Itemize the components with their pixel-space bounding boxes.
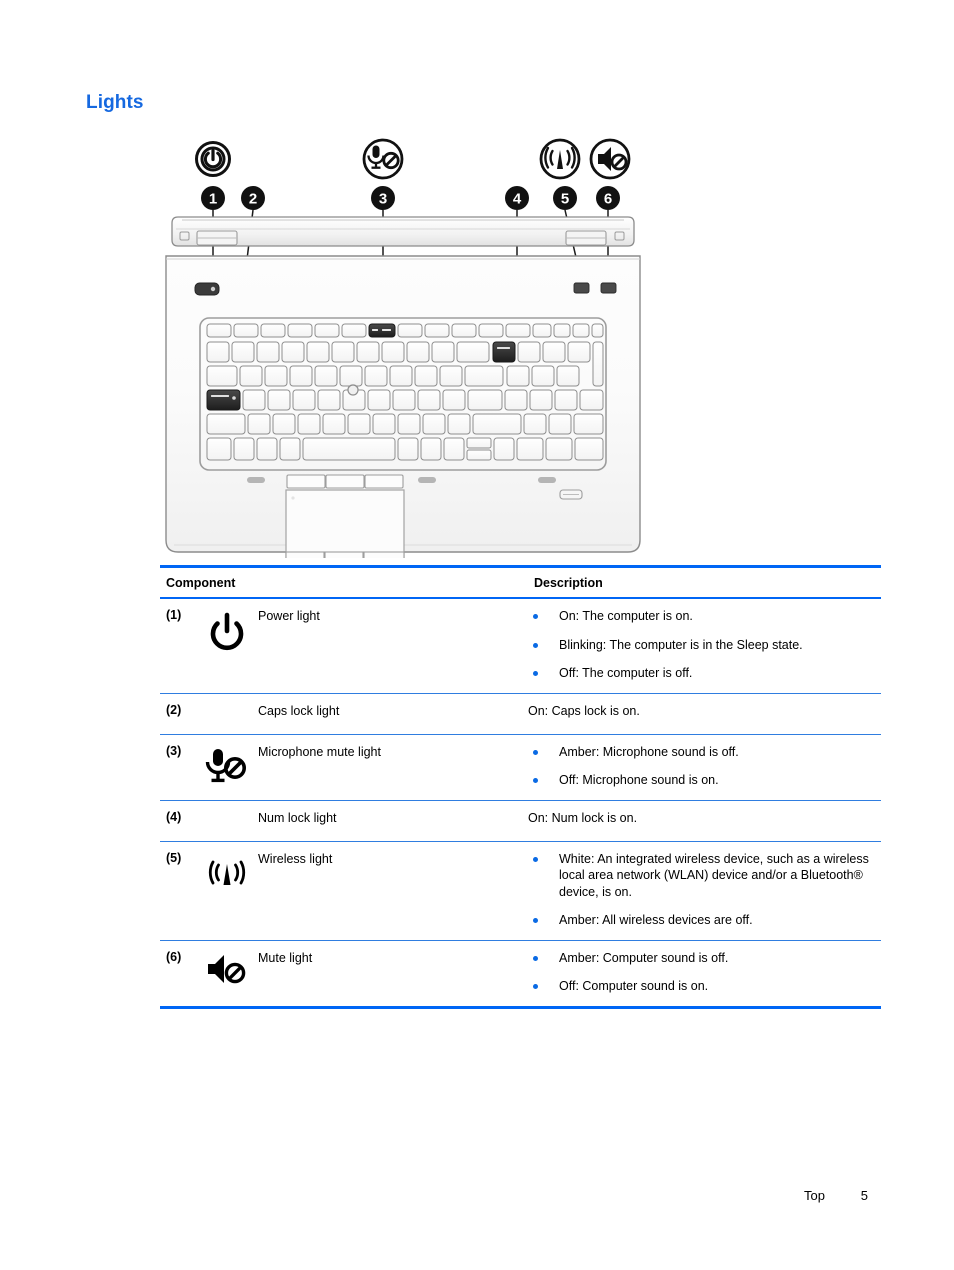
component-description: On: Num lock is on. bbox=[528, 810, 638, 825]
list-item: Amber: Microphone sound is off. bbox=[528, 744, 881, 761]
touchpad bbox=[285, 489, 405, 558]
power-symbol-icon bbox=[196, 608, 258, 682]
list-item: Amber: Computer sound is off. bbox=[528, 950, 881, 967]
page-title: Lights bbox=[86, 92, 144, 113]
mute-speaker-icon bbox=[196, 950, 258, 995]
row-number: (3) bbox=[166, 743, 182, 758]
mute-light-indicator bbox=[600, 282, 617, 294]
svg-text:4: 4 bbox=[513, 191, 522, 208]
svg-text:5: 5 bbox=[561, 191, 569, 208]
callout-6: 6 bbox=[596, 186, 620, 210]
keyboard-row-function bbox=[206, 323, 604, 338]
footer-section-label: Top bbox=[804, 1188, 825, 1203]
svg-text:3: 3 bbox=[379, 191, 387, 208]
table-row: (2) Caps lock light On: Caps lock is on. bbox=[160, 694, 881, 734]
list-item: Blinking: The computer is in the Sleep s… bbox=[528, 637, 881, 654]
svg-text:6: 6 bbox=[604, 191, 612, 208]
component-name: Microphone mute light bbox=[258, 744, 381, 759]
description-bullet-list: White: An integrated wireless device, su… bbox=[528, 851, 881, 929]
list-item: Off: Microphone sound is on. bbox=[528, 772, 881, 789]
fingerprint-reader bbox=[559, 489, 583, 500]
list-item: On: The computer is on. bbox=[528, 608, 881, 625]
power-button-indicator bbox=[194, 282, 220, 296]
row-number: (5) bbox=[166, 850, 182, 865]
table-row: (4) Num lock light On: Num lock is on. bbox=[160, 801, 881, 841]
component-description: On: Caps lock is on. bbox=[528, 703, 640, 718]
wireless-icon bbox=[539, 138, 581, 180]
row-number: (6) bbox=[166, 949, 182, 964]
component-description: Amber: Microphone sound is off. Off: Mic… bbox=[528, 744, 881, 789]
microphone-mute-icon bbox=[196, 744, 258, 789]
component-name: Caps lock light bbox=[258, 703, 340, 718]
component-description: On: The computer is on. Blinking: The co… bbox=[528, 608, 881, 682]
microphone-mute-icon bbox=[362, 138, 404, 180]
keyboard-row-shift bbox=[206, 413, 604, 435]
component-description: Amber: Computer sound is off. Off: Compu… bbox=[528, 950, 881, 995]
description-bullet-list: On: The computer is on. Blinking: The co… bbox=[528, 608, 881, 682]
laptop-lights-diagram: 1 2 3 4 5 6 bbox=[160, 128, 660, 558]
svg-text:2: 2 bbox=[249, 191, 257, 208]
table-row: (5) Wireless light White: An integrated … bbox=[160, 842, 881, 940]
no-icon-placeholder bbox=[196, 703, 258, 723]
table-row: (1) Power light On: The computer is on. … bbox=[160, 599, 881, 693]
row-number: (4) bbox=[166, 809, 182, 824]
laptop-lid bbox=[171, 216, 635, 247]
component-name: Num lock light bbox=[258, 810, 337, 825]
description-bullet-list: Amber: Computer sound is off. Off: Compu… bbox=[528, 950, 881, 995]
callout-5: 5 bbox=[553, 186, 577, 210]
power-symbol-icon bbox=[195, 141, 231, 177]
document-page: Lights 1 2 3 4 5 6 Component Description… bbox=[0, 0, 954, 1270]
table-row: (3) Microphone mute light Amber: Microph… bbox=[160, 735, 881, 800]
component-description: White: An integrated wireless device, su… bbox=[528, 851, 881, 929]
description-bullet-list: Amber: Microphone sound is off. Off: Mic… bbox=[528, 744, 881, 789]
svg-text:1: 1 bbox=[209, 191, 217, 208]
callout-2: 2 bbox=[241, 186, 265, 210]
list-item: Amber: All wireless devices are off. bbox=[528, 912, 881, 929]
pointing-stick-buttons bbox=[286, 474, 404, 489]
page-number: 5 bbox=[860, 1188, 868, 1203]
mute-speaker-icon bbox=[589, 138, 631, 180]
component-name: Power light bbox=[258, 609, 320, 623]
list-item: White: An integrated wireless device, su… bbox=[528, 851, 881, 901]
component-name: Wireless light bbox=[258, 851, 333, 866]
list-item: Off: Computer sound is on. bbox=[528, 978, 881, 995]
table-bottom-rule bbox=[160, 1005, 881, 1009]
callout-1: 1 bbox=[201, 186, 225, 210]
callout-3: 3 bbox=[371, 186, 395, 210]
table-header-row: Component Description bbox=[160, 568, 881, 597]
row-number: (2) bbox=[166, 702, 182, 717]
column-header-component: Component bbox=[166, 576, 236, 590]
no-icon-placeholder bbox=[196, 810, 258, 830]
wireless-light-indicator bbox=[573, 282, 590, 294]
callout-4: 4 bbox=[505, 186, 529, 210]
component-name: Mute light bbox=[258, 950, 313, 965]
column-header-description: Description bbox=[534, 576, 603, 590]
table-row: (6) Mute light Amber: Computer sound is … bbox=[160, 941, 881, 1006]
list-item: Off: The computer is off. bbox=[528, 665, 881, 682]
wireless-icon bbox=[196, 851, 258, 929]
component-description-table: Component Description (1) Power light On… bbox=[160, 565, 881, 1009]
row-number: (1) bbox=[166, 608, 182, 622]
page-footer: Top 5 bbox=[0, 1188, 954, 1208]
